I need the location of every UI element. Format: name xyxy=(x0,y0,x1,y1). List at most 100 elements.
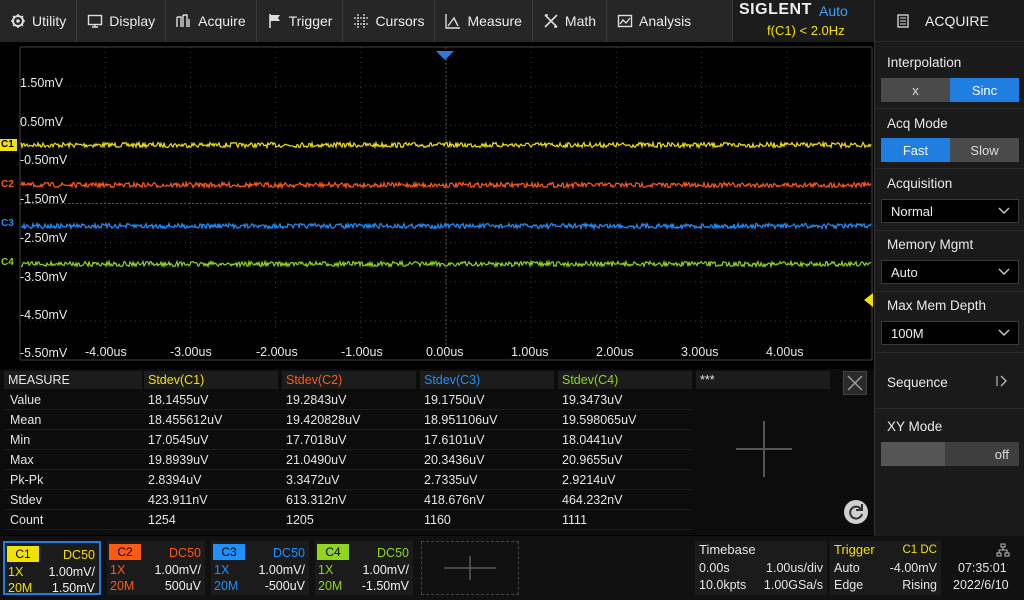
acq-mode-toggle[interactable]: Fast Slow xyxy=(881,138,1019,162)
xy-mode-slider xyxy=(881,442,945,466)
trigger-slope: Rising xyxy=(902,578,937,592)
x-label: 3.00us xyxy=(681,345,719,359)
channel-tag: C1 xyxy=(7,546,39,562)
acquisition-dropdown[interactable]: Normal xyxy=(881,199,1019,223)
channel-coupling: DC50 xyxy=(273,546,305,560)
trigger-box[interactable]: Trigger C1 DC Auto -4.00mV Edge Rising xyxy=(830,541,941,595)
reset-statistics-button[interactable] xyxy=(844,500,868,524)
menu-math[interactable]: Math xyxy=(533,0,608,42)
measure-row: Count 1254 1205 1160 1111 xyxy=(4,510,692,530)
measure-title: MEASURE xyxy=(4,371,142,389)
y-label: 0.50mV xyxy=(20,115,64,129)
x-label: -1.00us xyxy=(341,345,383,359)
menu-utility-label: Utility xyxy=(32,13,67,29)
utility-icon xyxy=(11,14,25,28)
acq-mode-slow-option[interactable]: Slow xyxy=(950,138,1019,162)
interpolation-toggle[interactable]: x Sinc xyxy=(881,78,1019,102)
trigger-source: C1 DC xyxy=(902,544,937,556)
acq-mode-label: Acq Mode xyxy=(887,116,948,131)
timebase-delay: 0.00s xyxy=(699,561,730,575)
acq-mode-fast-option[interactable]: Fast xyxy=(881,138,950,162)
menu-trigger[interactable]: Trigger xyxy=(257,0,344,42)
close-button[interactable] xyxy=(843,371,867,395)
channel-offset: 1.50mV xyxy=(51,581,95,595)
measure-col-extra[interactable]: *** xyxy=(696,371,830,389)
channel-scale: 1.00mV/ xyxy=(48,565,95,579)
measure-row-label: Value xyxy=(10,393,42,407)
timebase-box[interactable]: Timebase 0.00s 1.00us/div 10.0kpts 1.00G… xyxy=(695,541,827,595)
channel-tag: C2 xyxy=(109,544,141,560)
menu-analysis[interactable]: Analysis xyxy=(607,0,701,42)
channel-box-c2[interactable]: C2 DC50 1X 1.00mV/20M 500uV xyxy=(107,541,205,595)
chevron-down-icon xyxy=(998,329,1010,336)
close-icon xyxy=(847,375,863,391)
menu-trigger-label: Trigger xyxy=(288,13,333,29)
acquisition-label: Acquisition xyxy=(887,176,953,191)
measure-value: 19.1750uV xyxy=(424,393,485,407)
measure-value: 418.676nV xyxy=(424,493,485,507)
measure-row-label: Pk-Pk xyxy=(10,473,44,487)
channel-bandwidth: 20M xyxy=(8,581,33,595)
measure-row-label: Count xyxy=(10,513,44,527)
channel-scale: 1.00mV/ xyxy=(258,563,305,577)
frequency-counter: f(C1) < 2.0Hz xyxy=(767,23,845,38)
channel-scale: 1.00mV/ xyxy=(154,563,201,577)
measure-col-c4[interactable]: Stdev(C4) xyxy=(558,371,692,389)
max-mem-depth-value: 100M xyxy=(891,325,924,341)
y-label: -3.50mV xyxy=(20,270,68,284)
add-measure-icon[interactable] xyxy=(734,419,794,479)
menu-display-label: Display xyxy=(109,13,156,29)
channel-tag: C3 xyxy=(213,544,245,560)
waveform-display[interactable]: 1.50mV 0.50mV -0.50mV -1.50mV -2.50mV -3… xyxy=(0,42,874,368)
trigger-position-marker xyxy=(436,51,454,60)
measure-row-label: Min xyxy=(10,433,31,447)
chevron-down-icon xyxy=(998,268,1010,275)
measure-value: 613.312nV xyxy=(286,493,347,507)
measure-col-c1[interactable]: Stdev(C1) xyxy=(144,371,278,389)
measure-row: Pk-Pk 2.8394uV 3.3472uV 2.7335uV 2.9214uV xyxy=(4,470,692,490)
measure-row-label: Max xyxy=(10,453,34,467)
channel-scale: 1.00mV/ xyxy=(362,563,409,577)
x-label: -3.00us xyxy=(170,345,212,359)
menu-acquire[interactable]: Acquire xyxy=(166,0,257,42)
measure-col-label: Stdev(C1) xyxy=(148,373,205,387)
measure-row: Stdev 423.911nV 613.312nV 418.676nV 464.232n… xyxy=(4,490,692,510)
math-icon xyxy=(544,14,558,28)
channel-coupling: DC50 xyxy=(377,546,409,560)
menu-display[interactable]: Display xyxy=(77,0,167,42)
xy-mode-toggle[interactable]: off xyxy=(881,442,1019,466)
measure-value: 464.232nV xyxy=(562,493,623,507)
chevron-right-icon xyxy=(996,375,1007,387)
interpolation-x-option[interactable]: x xyxy=(881,78,950,102)
menu-utility[interactable]: Utility xyxy=(0,0,78,42)
c3-offset-marker[interactable]: C3 xyxy=(0,218,17,230)
c2-offset-marker[interactable]: C2 xyxy=(0,179,17,191)
channel-box-c4[interactable]: C4 DC50 1X 1.00mV/20M -1.50mV xyxy=(315,541,413,595)
max-mem-depth-dropdown[interactable]: 100M xyxy=(881,321,1019,345)
c1-offset-marker[interactable]: C1 xyxy=(0,139,17,151)
channel-coupling: DC50 xyxy=(169,546,201,560)
measure-col-label: Stdev(C2) xyxy=(286,373,343,387)
x-label: 0.00us xyxy=(426,345,464,359)
menu-measure[interactable]: Measure xyxy=(435,0,533,42)
timebase-points: 10.0kpts xyxy=(699,578,747,592)
channel-box-c1[interactable]: C1 DC50 1X 1.00mV/20M 1.50mV xyxy=(3,541,101,595)
x-label: -2.00us xyxy=(256,345,298,359)
measure-value: 19.3473uV xyxy=(562,393,623,407)
channel-box-c3[interactable]: C3 DC50 1X 1.00mV/20M -500uV xyxy=(211,541,309,595)
acquire-icon xyxy=(176,14,190,27)
memory-mgmt-label: Memory Mgmt xyxy=(887,237,974,252)
x-label: -4.00us xyxy=(85,345,127,359)
memory-mgmt-dropdown[interactable]: Auto xyxy=(881,260,1019,284)
sequence-button[interactable]: Sequence xyxy=(875,356,1024,406)
menu-cursors[interactable]: Cursors xyxy=(343,0,436,42)
trigger-title: Trigger xyxy=(834,542,875,557)
interpolation-sinc-option[interactable]: Sinc xyxy=(950,78,1019,102)
c4-offset-marker[interactable]: C4 xyxy=(0,257,17,269)
trigger-mode-status[interactable]: Auto xyxy=(819,3,848,19)
xy-mode-state: off xyxy=(994,446,1009,462)
measure-value: 2.9214uV xyxy=(562,473,616,487)
add-channel-area[interactable] xyxy=(421,541,519,595)
measure-col-c2[interactable]: Stdev(C2) xyxy=(282,371,416,389)
measure-col-c3[interactable]: Stdev(C3) xyxy=(420,371,554,389)
